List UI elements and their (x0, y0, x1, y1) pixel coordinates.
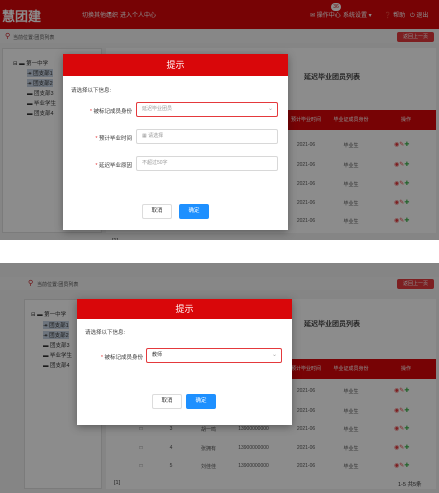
delay-reason-input[interactable]: 不超过50字 (136, 156, 278, 171)
screenshot-bottom: ⚲ 当前位置:团员列表 返回上一页 ⊟ ▬ 第一中学 ↠ 团支部1 ↠ 团支部2… (0, 263, 439, 493)
cancel-button[interactable]: 取消 (142, 204, 172, 219)
screenshot-top: 慧团建 切换其他组织 ▾ 进入个人中心 ✉ 操作中心 36 系统设置 ▾ ❓ 帮… (0, 0, 439, 240)
field-label: * 被标记成员身份 (89, 109, 132, 115)
divider (0, 240, 439, 263)
dialog-title: 提示 (63, 54, 288, 76)
member-identity-select[interactable]: 延迟毕业团员 ⌄ (136, 102, 278, 117)
chevron-down-icon: ⌄ (271, 352, 277, 358)
dialog-subtitle: 请选择以下信息: (71, 88, 112, 94)
confirm-button[interactable]: 确定 (186, 394, 216, 409)
field-label: * 延迟毕业原因 (95, 163, 132, 169)
cancel-button[interactable]: 取消 (152, 394, 182, 409)
confirm-button[interactable]: 确定 (179, 204, 209, 219)
field-label: * 预计毕业时间 (95, 136, 132, 142)
prompt-dialog: 提示 请选择以下信息: * 被标记成员身份 教师 ⌄ 取消 确定 (77, 299, 292, 425)
field-label: * 被标记成员身份 (100, 355, 143, 361)
prompt-dialog: 提示 请选择以下信息: * 被标记成员身份 延迟毕业团员 ⌄ * 预计毕业时间 … (63, 54, 288, 230)
graduation-date-picker[interactable]: ▦ 请选择 (136, 129, 278, 144)
dialog-subtitle: 请选择以下信息: (85, 330, 126, 336)
member-identity-select[interactable]: 教师 ⌄ (146, 348, 282, 363)
dialog-title: 提示 (77, 299, 292, 319)
chevron-down-icon: ⌄ (267, 106, 273, 112)
